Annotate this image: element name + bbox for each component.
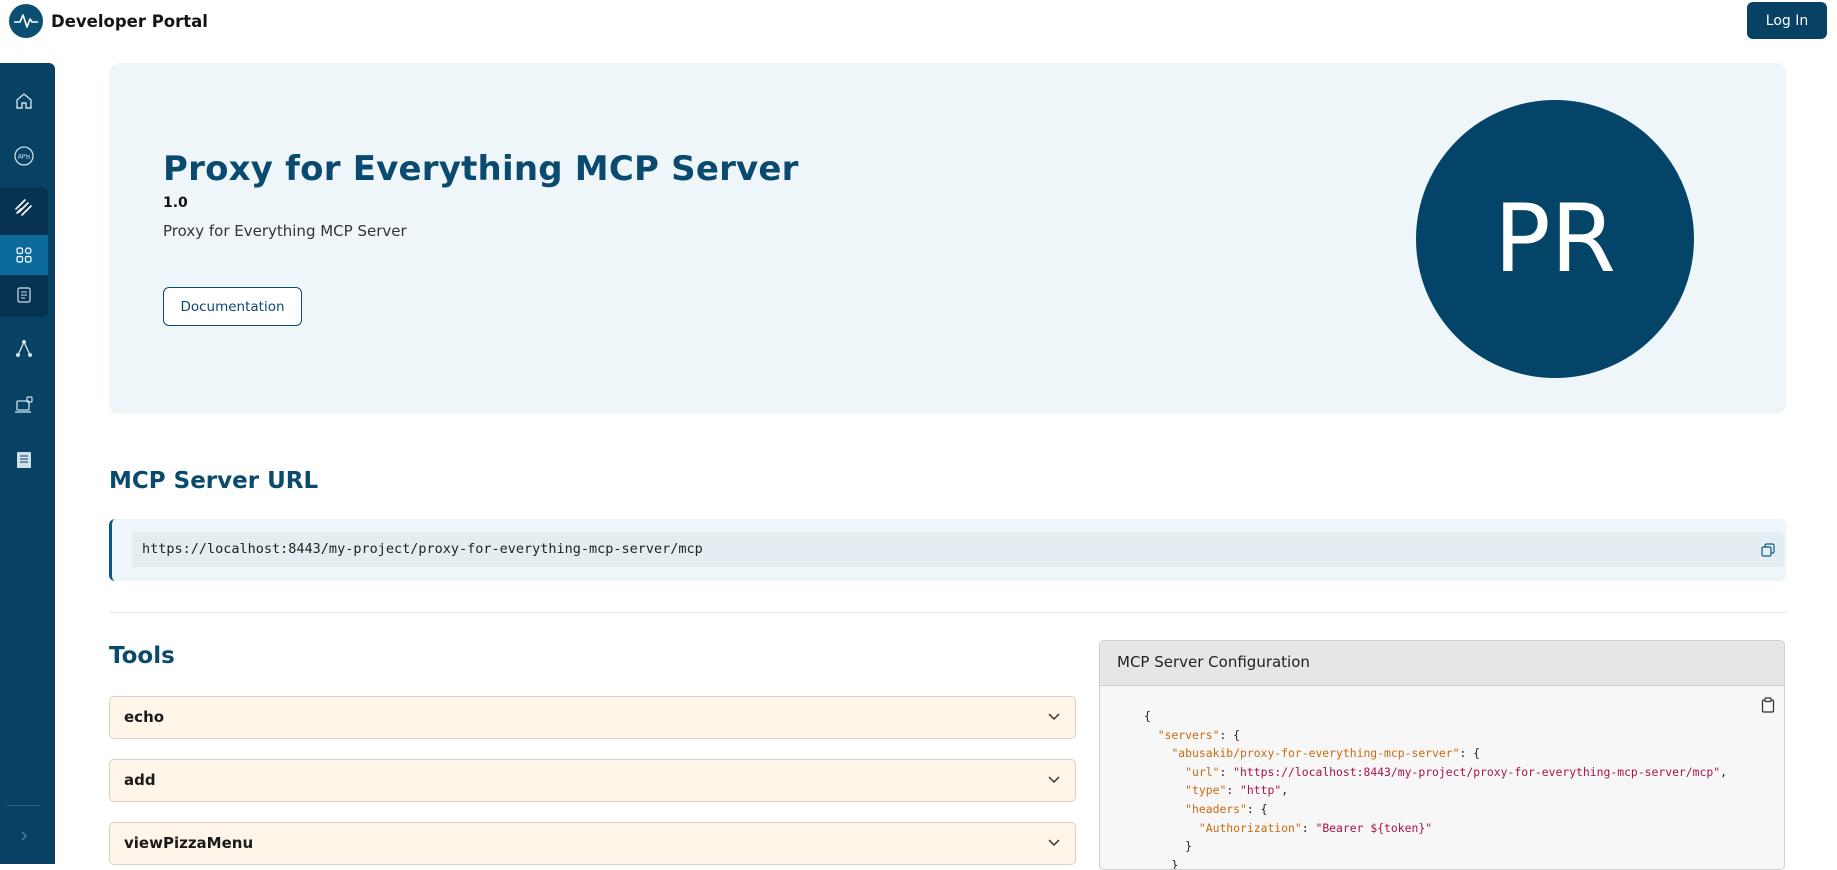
server-description: Proxy for Everything MCP Server — [163, 222, 407, 240]
sidebar-item-applications[interactable] — [0, 385, 48, 425]
app-title: Developer Portal — [51, 11, 208, 31]
brand[interactable]: Developer Portal — [9, 4, 208, 38]
documentation-button[interactable]: Documentation — [163, 287, 302, 326]
apis-icon: APIs — [14, 146, 34, 166]
page-title: Proxy for Everything MCP Server — [163, 149, 799, 189]
grid-icon — [16, 247, 32, 263]
mcp-icon — [15, 199, 32, 216]
tool-item-echo[interactable]: echo — [109, 696, 1076, 739]
chevron-down-icon — [1048, 839, 1060, 847]
chevron-down-icon — [1048, 713, 1060, 721]
copy-icon — [1761, 543, 1775, 557]
tool-item-viewpizzamenu[interactable]: viewPizzaMenu — [109, 822, 1076, 865]
tools-heading: Tools — [109, 643, 175, 669]
chevron-down-icon — [1048, 776, 1060, 784]
portal-logo-icon — [9, 4, 43, 38]
clipboard-icon — [1761, 697, 1775, 713]
tool-name: viewPizzaMenu — [124, 834, 254, 852]
tool-name: add — [124, 771, 156, 789]
sidebar-mcp-group — [0, 188, 48, 317]
config-header: MCP Server Configuration — [1100, 641, 1784, 686]
chevron-right-icon — [21, 831, 27, 841]
copy-url-button[interactable] — [1758, 540, 1778, 560]
sidebar-item-mcp[interactable] — [0, 188, 48, 228]
copy-config-button[interactable] — [1758, 695, 1778, 715]
mcp-url-heading: MCP Server URL — [109, 468, 319, 494]
docs-icon — [17, 452, 31, 468]
server-avatar: PR — [1416, 100, 1694, 378]
url-field: https://localhost:8443/my-project/proxy-… — [132, 532, 1784, 567]
sidebar-item-apis[interactable]: APIs — [0, 136, 48, 176]
document-icon — [17, 287, 31, 303]
top-header: Developer Portal Log In — [0, 0, 1837, 63]
home-icon — [16, 93, 32, 109]
svg-text:APIs: APIs — [18, 154, 31, 161]
config-title: MCP Server Configuration — [1117, 653, 1310, 671]
tool-name: echo — [124, 708, 165, 726]
sidebar-divider — [7, 805, 40, 806]
mcp-url-box: https://localhost:8443/my-project/proxy-… — [109, 519, 1786, 581]
sidebar-item-documents[interactable] — [0, 275, 48, 315]
sidebar-item-mcp-servers[interactable] — [0, 235, 48, 275]
sidebar-item-home[interactable] — [0, 81, 48, 121]
applications-icon — [15, 396, 33, 413]
sidebar-expand-button[interactable] — [0, 816, 48, 856]
sidebar-item-flows[interactable] — [0, 329, 48, 369]
config-code: { "servers": { "abusakib/proxy-for-every… — [1144, 709, 1727, 870]
sidebar: APIs — [0, 63, 55, 864]
sidebar-item-docs[interactable] — [0, 440, 48, 480]
mcp-config-panel: MCP Server Configuration { "servers": { … — [1099, 640, 1785, 870]
hero-banner: Proxy for Everything MCP Server 1.0 Prox… — [109, 63, 1786, 414]
mcp-server-url[interactable]: https://localhost:8443/my-project/proxy-… — [142, 541, 703, 557]
section-divider — [109, 612, 1786, 613]
version-label: 1.0 — [163, 195, 188, 211]
login-button[interactable]: Log In — [1747, 2, 1827, 39]
flow-icon — [16, 340, 32, 357]
tool-item-add[interactable]: add — [109, 759, 1076, 802]
